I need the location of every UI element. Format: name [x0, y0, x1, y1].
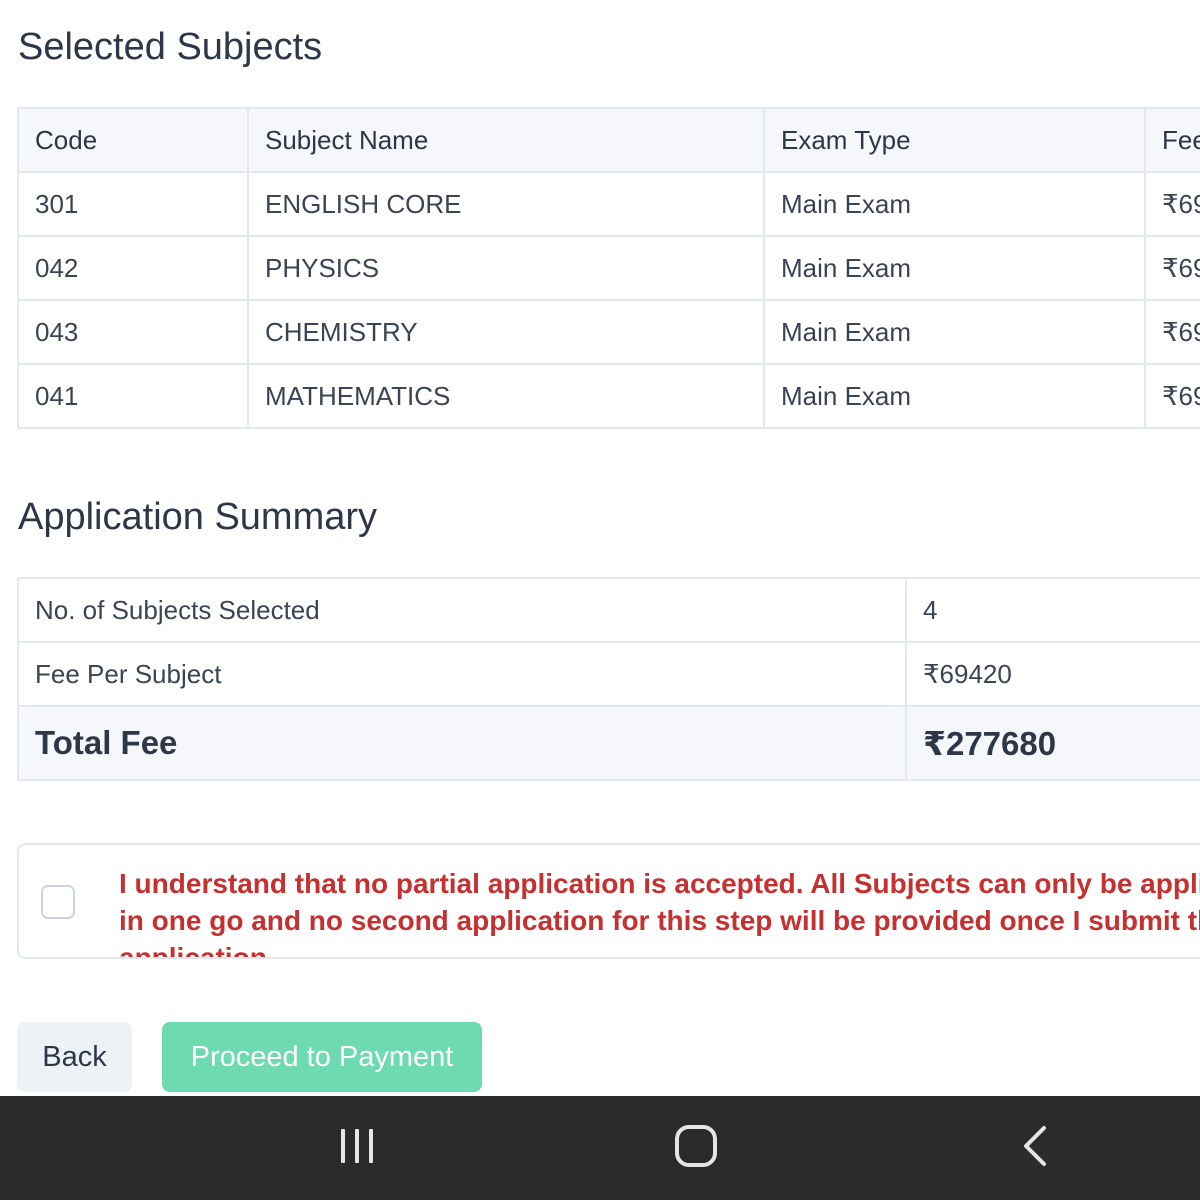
- recents-icon: [337, 1126, 377, 1171]
- subject-code-cell: 041: [17, 363, 249, 429]
- fee-per-subject-value: ₹69420: [905, 641, 1200, 707]
- column-header-code: Code: [17, 107, 249, 173]
- table-row: 043 CHEMISTRY Main Exam ₹69420: [17, 299, 1200, 365]
- recents-button[interactable]: [297, 1096, 417, 1200]
- declaration-box: I understand that no partial application…: [17, 843, 1200, 959]
- fee-cell: ₹69420: [1144, 299, 1200, 365]
- subject-code-cell: 301: [17, 171, 249, 237]
- subject-code-cell: 043: [17, 299, 249, 365]
- summary-table: No. of Subjects Selected 4 Fee Per Subje…: [17, 577, 1200, 781]
- subject-name-cell: MATHEMATICS: [247, 363, 765, 429]
- exam-type-cell: Main Exam: [763, 235, 1146, 301]
- subject-code-cell: 042: [17, 235, 249, 301]
- back-icon: [1020, 1125, 1050, 1172]
- declaration-checkbox[interactable]: [41, 885, 75, 919]
- system-navigation-bar: [0, 1096, 1200, 1200]
- total-fee-value: ₹277680: [905, 705, 1200, 781]
- summary-row-total-fee: Total Fee ₹277680: [17, 705, 1200, 781]
- fee-cell: ₹69420: [1144, 363, 1200, 429]
- column-header-subject-name: Subject Name: [247, 107, 765, 173]
- fee-cell: ₹69420: [1144, 235, 1200, 301]
- summary-row-fee-per-subject: Fee Per Subject ₹69420: [17, 641, 1200, 707]
- subject-name-cell: PHYSICS: [247, 235, 765, 301]
- declaration-text: I understand that no partial application…: [119, 868, 1200, 959]
- nav-back-button[interactable]: [975, 1096, 1095, 1200]
- selected-subjects-title: Selected Subjects: [18, 26, 323, 68]
- subjects-count-value: 4: [905, 577, 1200, 643]
- subject-name-cell: CHEMISTRY: [247, 299, 765, 365]
- total-fee-label: Total Fee: [17, 705, 907, 781]
- table-row: 042 PHYSICS Main Exam ₹69420: [17, 235, 1200, 301]
- exam-type-cell: Main Exam: [763, 171, 1146, 237]
- subjects-table: Code Subject Name Exam Type Fee 301 ENGL…: [17, 107, 1200, 429]
- back-button[interactable]: Back: [17, 1022, 132, 1092]
- home-button[interactable]: [636, 1096, 756, 1200]
- page: Selected Subjects Code Subject Name Exam…: [0, 0, 1200, 1200]
- subjects-table-header: Code Subject Name Exam Type Fee: [17, 107, 1200, 173]
- application-summary-title: Application Summary: [18, 496, 378, 538]
- table-row: 301 ENGLISH CORE Main Exam ₹69420: [17, 171, 1200, 237]
- table-row: 041 MATHEMATICS Main Exam ₹69420: [17, 363, 1200, 429]
- proceed-to-payment-button[interactable]: Proceed to Payment: [162, 1022, 482, 1092]
- exam-type-cell: Main Exam: [763, 363, 1146, 429]
- summary-row-subjects-count: No. of Subjects Selected 4: [17, 577, 1200, 643]
- home-icon: [674, 1124, 718, 1173]
- column-header-fee: Fee: [1144, 107, 1200, 173]
- fee-cell: ₹69420: [1144, 171, 1200, 237]
- subjects-count-label: No. of Subjects Selected: [17, 577, 907, 643]
- fee-per-subject-label: Fee Per Subject: [17, 641, 907, 707]
- exam-type-cell: Main Exam: [763, 299, 1146, 365]
- column-header-exam-type: Exam Type: [763, 107, 1146, 173]
- subject-name-cell: ENGLISH CORE: [247, 171, 765, 237]
